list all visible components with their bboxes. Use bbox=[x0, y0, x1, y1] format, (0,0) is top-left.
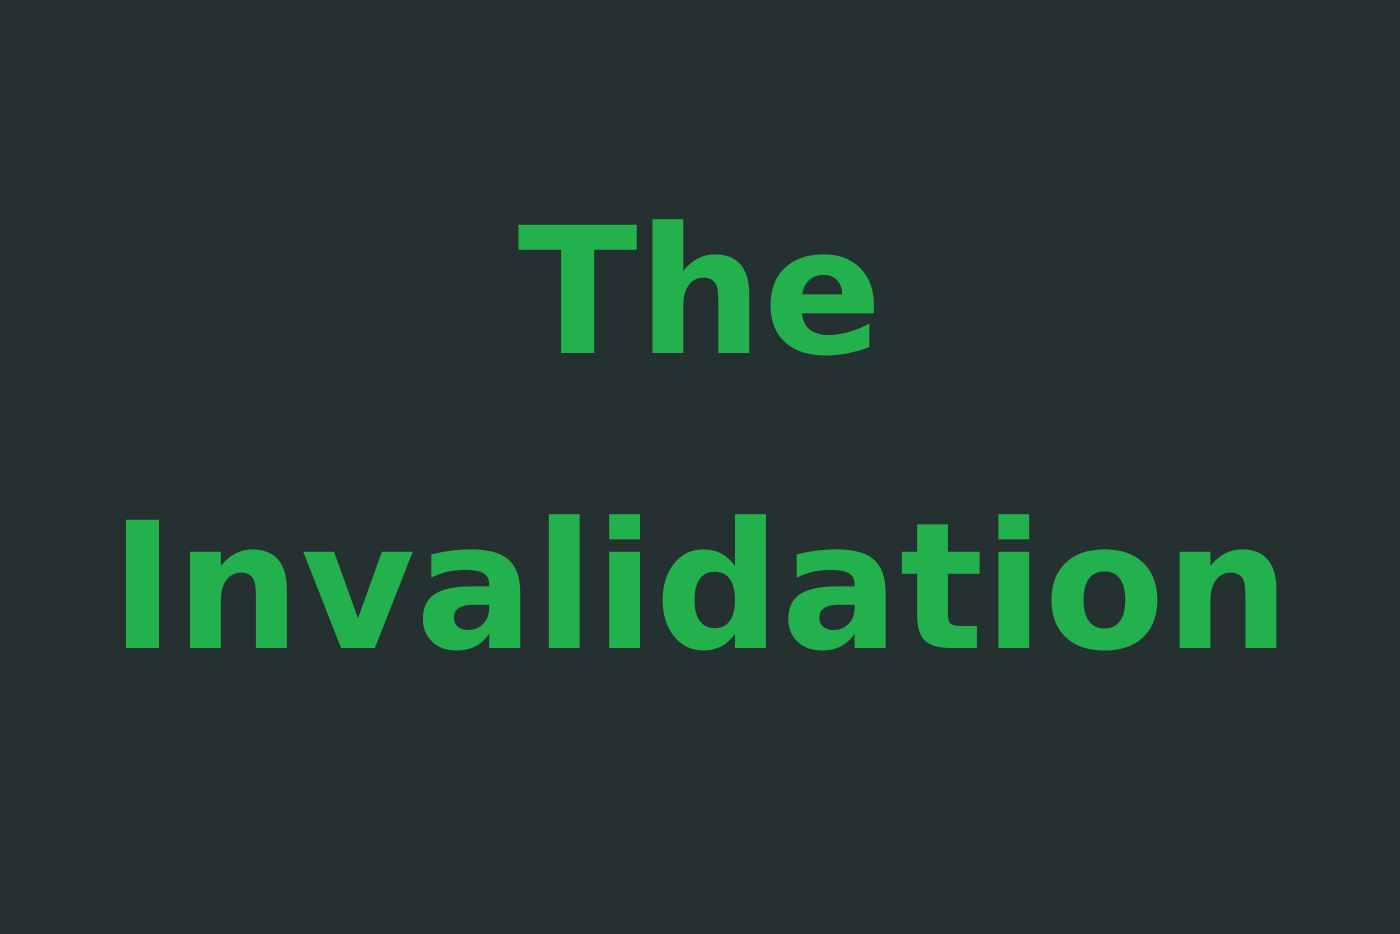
title-card: The Invalidation bbox=[0, 0, 1400, 934]
title-line-invalidation: Invalidation bbox=[109, 485, 1291, 690]
title-line-the: The bbox=[517, 190, 883, 395]
